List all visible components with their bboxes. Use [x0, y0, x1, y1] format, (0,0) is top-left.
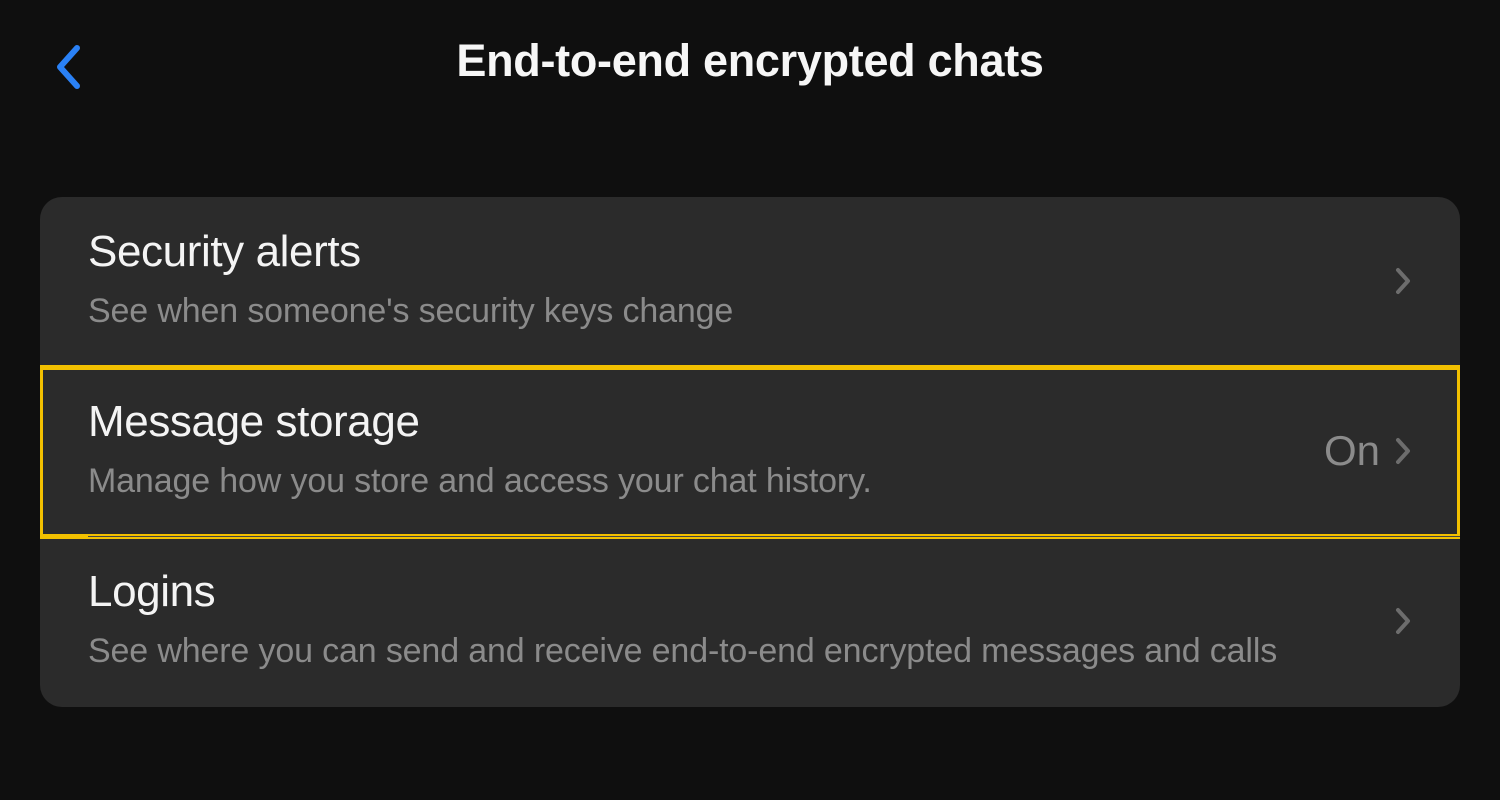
item-content: Security alerts See when someone's secur… [88, 227, 1370, 335]
item-content: Logins See where you can send and receiv… [88, 567, 1370, 675]
list-item-security-alerts[interactable]: Security alerts See when someone's secur… [40, 197, 1460, 367]
item-title: Logins [88, 567, 1370, 617]
page-header: End-to-end encrypted chats [0, 0, 1500, 135]
item-title: Message storage [88, 397, 1300, 447]
chevron-left-icon [54, 44, 82, 90]
back-button[interactable] [48, 44, 88, 90]
item-value: On [1324, 427, 1380, 475]
item-subtitle: Manage how you store and access your cha… [88, 459, 1300, 505]
item-title: Security alerts [88, 227, 1370, 277]
item-content: Message storage Manage how you store and… [88, 397, 1300, 505]
list-item-logins[interactable]: Logins See where you can send and receiv… [40, 537, 1460, 707]
item-subtitle: See when someone's security keys change [88, 289, 1370, 335]
item-trailing: On [1324, 427, 1412, 475]
chevron-right-icon [1394, 266, 1412, 296]
item-trailing [1394, 266, 1412, 296]
settings-list: Security alerts See when someone's secur… [40, 197, 1460, 707]
item-trailing [1394, 606, 1412, 636]
page-title: End-to-end encrypted chats [40, 35, 1460, 87]
list-item-message-storage[interactable]: Message storage Manage how you store and… [40, 367, 1460, 537]
item-subtitle: See where you can send and receive end-t… [88, 629, 1370, 675]
chevron-right-icon [1394, 606, 1412, 636]
chevron-right-icon [1394, 436, 1412, 466]
